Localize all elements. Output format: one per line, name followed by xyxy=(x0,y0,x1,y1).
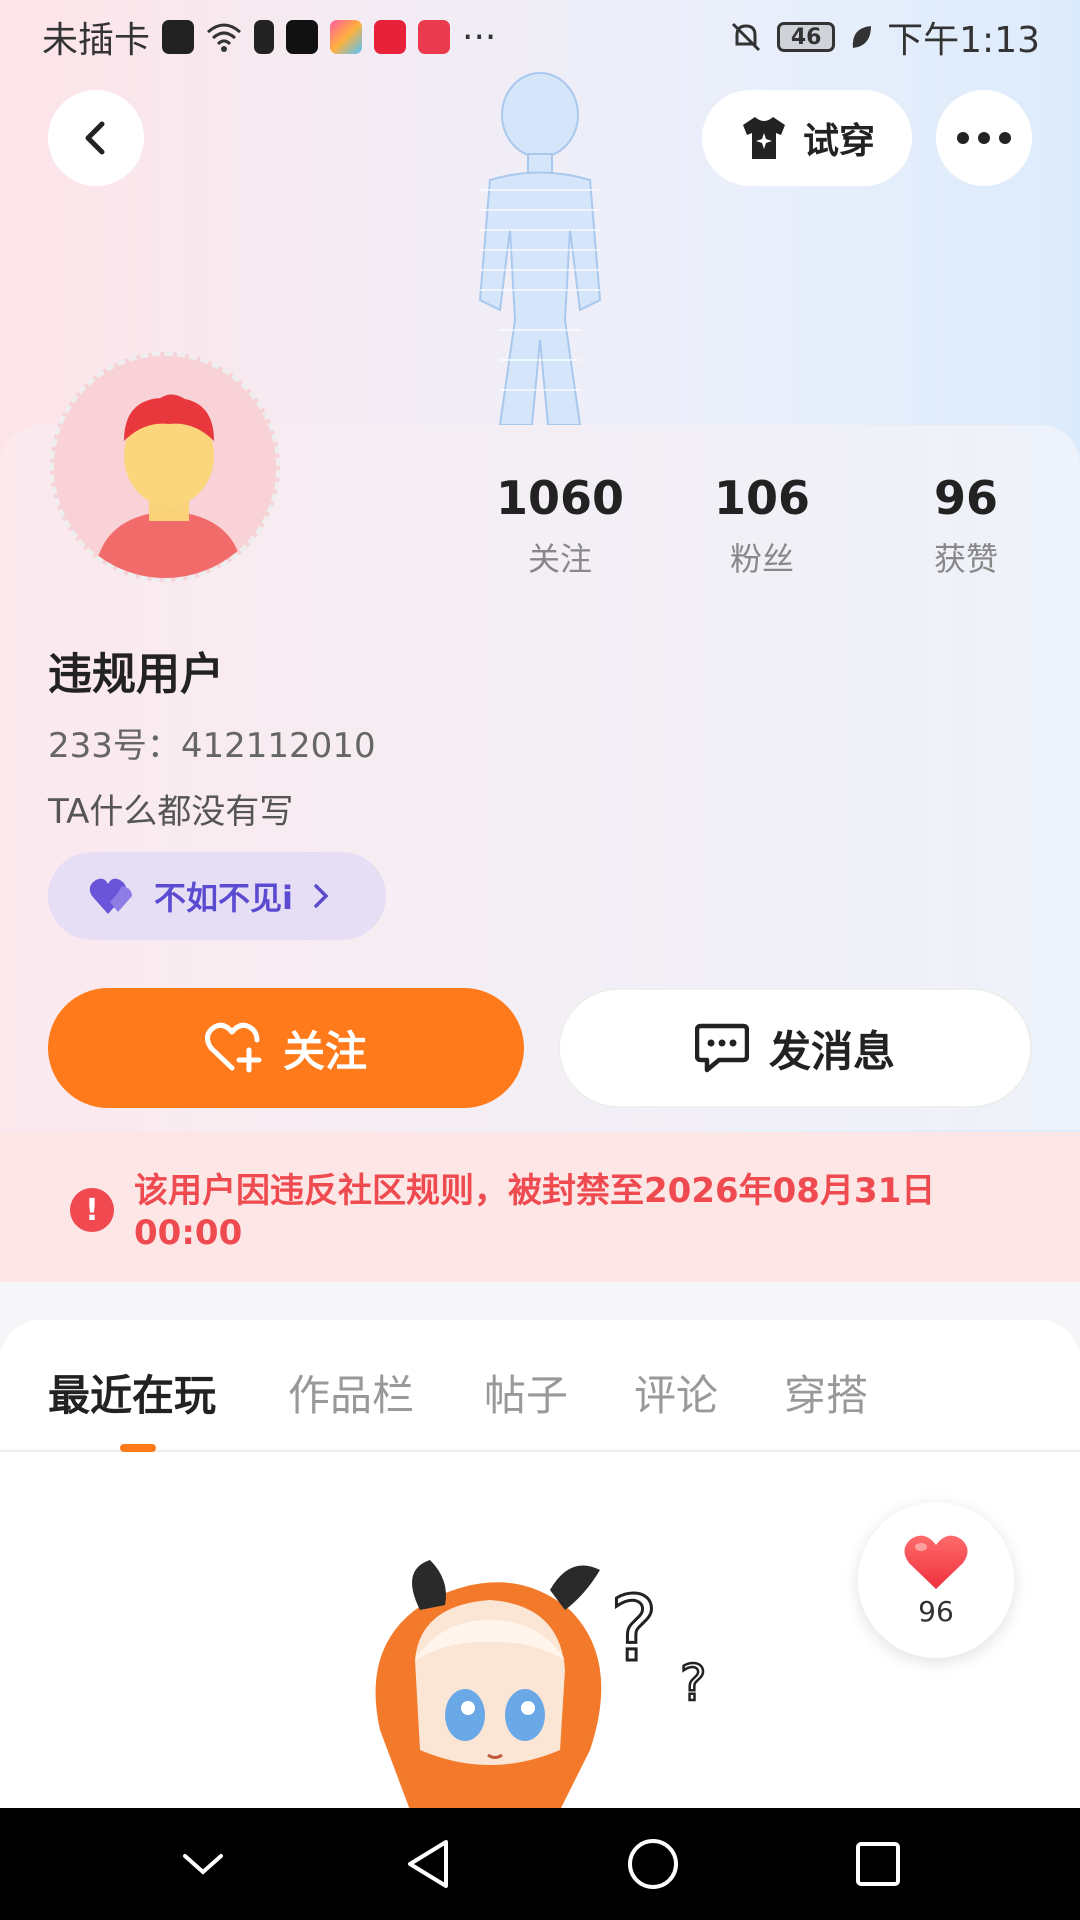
following-count: 1060 xyxy=(495,471,625,525)
tab-works[interactable]: 作品栏 xyxy=(288,1362,414,1423)
follow-label: 关注 xyxy=(282,1026,367,1076)
followers-count: 106 xyxy=(713,471,811,525)
more-dots-icon xyxy=(957,132,1011,144)
ban-notice-text: 该用户因违反社区规则，被封禁至2026年08月31日 00:00 xyxy=(134,1171,936,1253)
mute-bell-icon xyxy=(732,22,761,52)
chevron-down-icon xyxy=(182,1854,223,1875)
username: 违规用户 xyxy=(48,649,224,700)
try-on-label: 试穿 xyxy=(802,121,875,162)
more-options-button[interactable] xyxy=(936,90,1032,186)
system-nav-bar xyxy=(0,1808,1080,1920)
circle-home-icon xyxy=(627,1839,678,1889)
profile-tabs: 最近在玩 作品栏 帖子 评论 穿搭 xyxy=(0,1320,1080,1452)
likes-label: 获赞 xyxy=(933,540,998,578)
like-bubble[interactable]: 96 xyxy=(858,1502,1014,1658)
ban-notice: ! 该用户因违反社区规则，被封禁至2026年08月31日 00:00 xyxy=(0,1132,1080,1282)
active-tab-indicator xyxy=(120,1444,156,1452)
warning-icon: ! xyxy=(70,1188,114,1232)
carrier-text: 未插卡 xyxy=(42,20,151,61)
tab-comments[interactable]: 评论 xyxy=(634,1362,718,1423)
chevron-right-icon xyxy=(314,884,329,908)
tab-outfits[interactable]: 穿搭 xyxy=(784,1362,868,1423)
heart-plus-icon xyxy=(204,1022,262,1073)
sim-alert-icon xyxy=(162,20,195,54)
battery-indicator: 46 xyxy=(777,22,836,52)
confused-mascot-illustration: ? ? xyxy=(375,1560,708,1810)
triangle-back-icon xyxy=(407,1840,448,1888)
app-notification-icon xyxy=(330,20,363,54)
more-notifications: ··· xyxy=(462,16,497,58)
chevron-left-icon xyxy=(85,121,105,155)
avatar[interactable] xyxy=(50,352,280,582)
clock: 下午1:13 xyxy=(887,20,1040,61)
double-heart-icon xyxy=(89,878,132,914)
likes-count: 96 xyxy=(933,471,998,525)
badge-label: 不如不见i xyxy=(154,879,293,917)
content-section: 最近在玩 作品栏 帖子 评论 穿搭 ? ? 96 xyxy=(0,1320,1080,1810)
tab-recently-played[interactable]: 最近在玩 xyxy=(48,1362,216,1423)
tmall-app-icon xyxy=(374,20,407,54)
follow-button[interactable]: 关注 xyxy=(48,988,524,1108)
profile-stats: 1060 关注 106 粉丝 96 获赞 xyxy=(460,470,1060,580)
shirt-icon xyxy=(742,117,785,159)
stat-following[interactable]: 1060 关注 xyxy=(460,470,660,580)
send-message-button[interactable]: 发消息 xyxy=(558,988,1032,1108)
relationship-badge[interactable]: 不如不见i xyxy=(48,852,386,940)
wifi-icon xyxy=(207,23,242,52)
nav-recents-button[interactable] xyxy=(838,1824,918,1904)
nav-collapse-button[interactable] xyxy=(163,1824,243,1904)
following-label: 关注 xyxy=(527,540,592,578)
battery-saver-icon xyxy=(254,20,275,54)
stat-likes[interactable]: 96 获赞 xyxy=(866,470,1066,580)
avatar-hologram-figure xyxy=(478,72,602,425)
message-label: 发消息 xyxy=(768,1026,895,1076)
leaf-icon xyxy=(852,26,872,48)
svg-text:?: ? xyxy=(610,1577,658,1682)
svg-text:?: ? xyxy=(680,1654,707,1712)
nav-home-button[interactable] xyxy=(613,1824,693,1904)
nav-back-button[interactable] xyxy=(388,1824,468,1904)
tiktok-app-icon xyxy=(286,20,319,54)
stat-followers[interactable]: 106 粉丝 xyxy=(662,470,862,580)
book-app-icon xyxy=(418,20,451,54)
square-recents-icon xyxy=(855,1842,900,1886)
followers-label: 粉丝 xyxy=(729,540,794,578)
back-button[interactable] xyxy=(48,90,144,186)
heart-icon xyxy=(904,1535,968,1589)
default-avatar-icon xyxy=(54,356,276,578)
chat-bubble-icon xyxy=(694,1023,749,1073)
user-id: 233号：412112010 xyxy=(48,726,376,766)
status-bar: 未插卡 ··· 46 下午1:13 xyxy=(0,0,1080,74)
tab-posts[interactable]: 帖子 xyxy=(484,1362,568,1423)
like-count: 96 xyxy=(918,1594,954,1628)
user-bio: TA什么都没有写 xyxy=(48,792,294,832)
try-on-button[interactable]: 试穿 xyxy=(702,90,912,186)
